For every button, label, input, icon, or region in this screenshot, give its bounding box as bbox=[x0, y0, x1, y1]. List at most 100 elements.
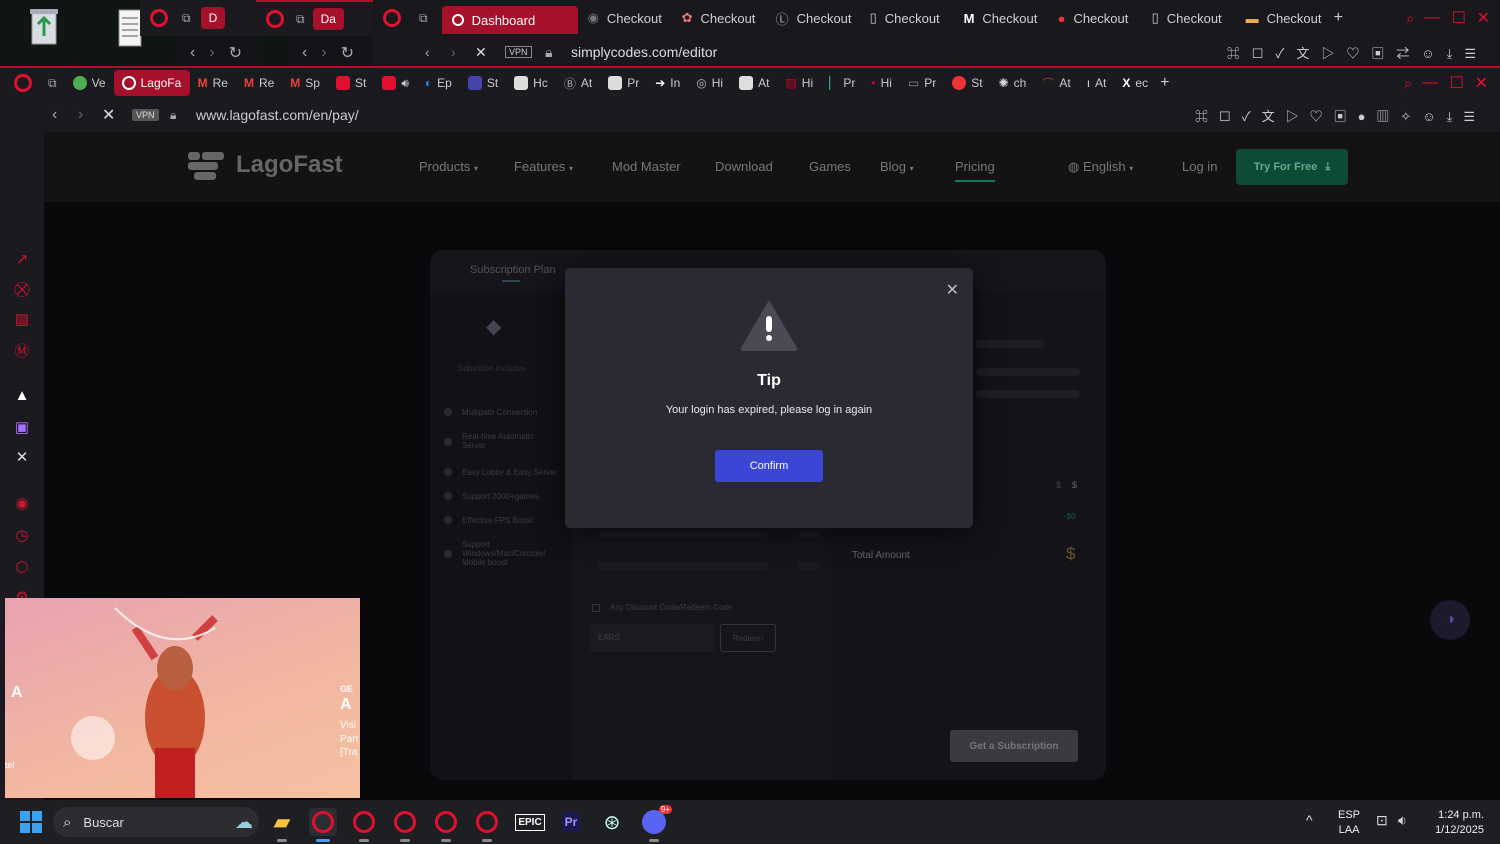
maximize-icon[interactable]: ☐ bbox=[1450, 73, 1464, 93]
opera-taskbar-button-5[interactable] bbox=[473, 808, 501, 842]
bg-tab-7[interactable]: ▯ Checkout bbox=[1142, 0, 1236, 36]
discount-code-input[interactable]: EARS bbox=[590, 624, 714, 652]
twitch-icon[interactable]: ▣ bbox=[12, 418, 32, 438]
bg-tab-3[interactable]: Ⓛ Checkout bbox=[766, 0, 860, 36]
back-window-2-tab[interactable]: Da bbox=[312, 8, 344, 30]
main-tab-7[interactable]: ◐ Ep bbox=[417, 70, 460, 96]
vpn-badge[interactable]: VPN bbox=[132, 109, 159, 121]
tab-overview-icon[interactable]: ⧉ bbox=[419, 11, 428, 26]
confirm-button[interactable]: Confirm bbox=[715, 450, 823, 482]
close-icon[interactable]: ✕ bbox=[1477, 8, 1490, 28]
opera-taskbar-button-2[interactable] bbox=[350, 808, 378, 842]
tab-overview-icon[interactable]: ⧉ bbox=[48, 76, 57, 91]
aria-icon[interactable]: ↗ bbox=[12, 250, 32, 270]
main-tab-9[interactable]: Hc bbox=[506, 70, 556, 96]
main-tab-20[interactable]: ✺ ch bbox=[991, 70, 1035, 96]
close-icon[interactable]: ✕ bbox=[946, 280, 959, 300]
opera-icon[interactable] bbox=[266, 10, 284, 28]
redeem-button[interactable]: Redeem bbox=[720, 624, 776, 652]
main-tab-2[interactable]: M Re bbox=[190, 70, 236, 96]
bg-tab-6[interactable]: ● Checkout bbox=[1048, 0, 1142, 36]
forward-arrow-icon[interactable]: › bbox=[321, 44, 326, 62]
forward-arrow-icon[interactable]: › bbox=[209, 44, 214, 62]
vpn-badge[interactable]: VPN bbox=[505, 46, 532, 58]
opera-icon[interactable] bbox=[150, 9, 168, 27]
file-explorer-button[interactable]: ▰ bbox=[268, 808, 296, 842]
nav-download[interactable]: Download bbox=[715, 159, 773, 174]
main-tab-8[interactable]: St bbox=[460, 70, 506, 96]
forward-arrow-icon[interactable]: › bbox=[451, 44, 456, 60]
main-tab-10[interactable]: Ⓑ At bbox=[556, 70, 600, 96]
back-arrow-icon[interactable]: ‹ bbox=[52, 106, 57, 124]
spotify-icon[interactable]: ◉ bbox=[12, 494, 32, 514]
clock[interactable]: 1:24 p.m. 1/12/2025 bbox=[1424, 808, 1484, 838]
premiere-button[interactable]: Pr bbox=[557, 808, 585, 836]
main-tab-17[interactable]: • Hi bbox=[863, 70, 900, 96]
discount-checkbox[interactable] bbox=[592, 604, 600, 612]
reload-icon[interactable]: ↻ bbox=[341, 43, 354, 63]
main-tab-1[interactable]: LagoFa bbox=[113, 70, 190, 96]
stop-icon[interactable]: ✕ bbox=[102, 105, 115, 125]
main-url[interactable]: www.lagofast.com/en/pay/ bbox=[196, 107, 359, 123]
minimize-icon[interactable]: — bbox=[1422, 74, 1438, 92]
show-hidden-icons-chevron[interactable]: ^ bbox=[1306, 812, 1313, 828]
language-indicator[interactable]: ESP LAA bbox=[1338, 808, 1360, 838]
main-tab-14[interactable]: At bbox=[731, 70, 777, 96]
back-arrow-icon[interactable]: ‹ bbox=[425, 44, 430, 60]
opera-icon[interactable] bbox=[383, 9, 401, 27]
start-button[interactable] bbox=[20, 811, 42, 833]
main-tab-21[interactable]: ⌒ At bbox=[1034, 70, 1078, 96]
maximize-icon[interactable]: ☐ bbox=[1452, 8, 1466, 28]
main-tab-13[interactable]: ◎ Hi bbox=[688, 70, 731, 96]
back-arrow-icon[interactable]: ‹ bbox=[190, 44, 195, 62]
new-tab-icon[interactable]: + bbox=[1160, 74, 1169, 92]
taskbar-search[interactable]: ⌕ Buscar ☁ bbox=[53, 807, 259, 837]
login-link[interactable]: Log in bbox=[1182, 159, 1217, 174]
volume-icon[interactable]: 🔉︎ bbox=[1398, 812, 1407, 829]
x-icon[interactable]: ✕ bbox=[12, 448, 32, 468]
toolbar-icons[interactable]: ⌘☐✓文▷♡▣⇄☺⤓☰ bbox=[1227, 43, 1488, 62]
stop-icon[interactable]: ✕ bbox=[475, 44, 487, 61]
opera-taskbar-button-1[interactable] bbox=[309, 808, 337, 842]
pinboard-icon[interactable]: ▨ bbox=[12, 310, 32, 330]
opera-icon[interactable] bbox=[14, 74, 32, 92]
main-tab-19[interactable]: St bbox=[944, 70, 990, 96]
bg-tab-1[interactable]: ◉ Checkout bbox=[578, 0, 672, 36]
get-subscription-button[interactable]: Get a Subscription bbox=[950, 730, 1078, 762]
nav-features[interactable]: Features ▾ bbox=[514, 159, 573, 174]
main-tab-15[interactable]: ▧ Hi bbox=[777, 70, 821, 96]
nav-products[interactable]: Products ▾ bbox=[419, 159, 478, 174]
search-icon[interactable]: ⌕ bbox=[1404, 75, 1412, 92]
back-window-1-tab[interactable]: D bbox=[200, 7, 226, 29]
main-tab-6[interactable]: 🔊︎ bbox=[374, 70, 417, 96]
recycle-bin-shortcut[interactable] bbox=[14, 6, 74, 51]
bg-tab-8[interactable]: ▬ Checkout bbox=[1236, 0, 1330, 36]
close-icon[interactable]: ✕ bbox=[1475, 73, 1488, 93]
search-icon[interactable]: ⌕ bbox=[1406, 10, 1414, 27]
support-chat-button[interactable]: ◑ bbox=[1430, 600, 1470, 640]
main-tab-4[interactable]: M Sp bbox=[282, 70, 328, 96]
epic-games-button[interactable]: EPIC bbox=[515, 808, 545, 836]
bg-url[interactable]: simplycodes.com/editor bbox=[571, 44, 717, 60]
reload-icon[interactable]: ↻ bbox=[229, 43, 242, 63]
nav-pricing[interactable]: Pricing bbox=[955, 159, 995, 182]
toolbar-icons[interactable]: ⌘☐✓文▷♡▣●▥✧☺⤓☰ bbox=[1195, 106, 1486, 125]
discord-button[interactable]: 9+ bbox=[640, 805, 672, 842]
workspace-icon[interactable]: ⛒ bbox=[12, 280, 32, 300]
nav-blog[interactable]: Blog ▾ bbox=[880, 159, 914, 174]
opera-taskbar-button-3[interactable] bbox=[391, 808, 419, 842]
main-tab-23[interactable]: Xec bbox=[1114, 70, 1156, 96]
bg-tab-4[interactable]: ▯ Checkout bbox=[860, 0, 954, 36]
network-icon[interactable]: ⊡ bbox=[1376, 812, 1388, 829]
messenger-icon[interactable]: Ⓜ bbox=[12, 342, 32, 362]
forward-arrow-icon[interactable]: › bbox=[78, 106, 83, 124]
main-tab-3[interactable]: M Re bbox=[236, 70, 282, 96]
main-tab-11[interactable]: Pr bbox=[600, 70, 647, 96]
bg-tab-0[interactable]: Dashboard bbox=[441, 6, 578, 34]
main-tab-16[interactable]: ▏ Pr bbox=[821, 70, 863, 96]
lagofast-logo[interactable]: LagoFast bbox=[188, 150, 343, 180]
nav-mod-master[interactable]: Mod Master bbox=[612, 159, 681, 174]
main-tab-5[interactable]: St bbox=[328, 70, 374, 96]
language-selector[interactable]: ◍ English ▾ bbox=[1068, 159, 1133, 175]
aria-ai-icon[interactable]: ▲ bbox=[12, 386, 32, 406]
